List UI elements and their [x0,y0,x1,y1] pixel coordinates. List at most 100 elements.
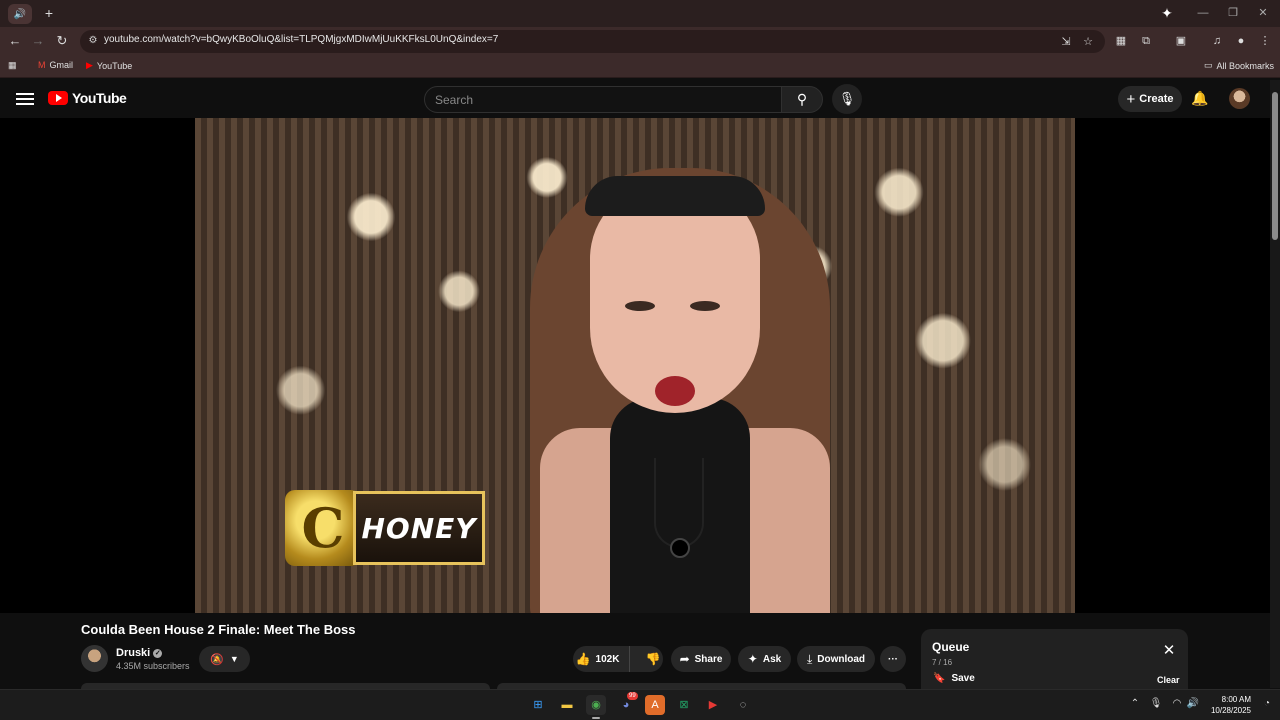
queue-clear-button[interactable]: Clear [1157,675,1180,685]
system-clock[interactable]: 8:00 AM 10/28/2025 [1205,694,1251,716]
eye-right [690,301,720,311]
queue-title: Queue [932,640,970,654]
search-box [424,86,782,113]
plus-icon: + [1126,90,1136,108]
voice-search-button[interactable]: 🎙 [832,84,862,114]
windows-start-icon[interactable]: ⊞ [528,695,548,715]
apps-grid-icon[interactable]: ▦ [8,60,17,71]
profile-icon[interactable]: ● [1232,32,1250,50]
extension-icon[interactable]: ▦ [1112,32,1130,50]
bookmarks-bar: ▦ M Gmail ▶ YouTube ▭ All Bookmarks [0,56,1280,78]
dislike-button[interactable]: 👎 [635,646,670,672]
bell-off-icon: 🔕 [210,653,224,666]
video-frame[interactable]: C HONEY [195,118,1075,613]
folder-icon: ▭ [1204,60,1213,70]
forward-button[interactable]: → [29,32,47,50]
media-controls-icon[interactable]: ♫ [1208,32,1226,50]
clock-time: 8:00 AM [1221,695,1251,704]
tab-search-icon[interactable]: ▣ [1172,32,1190,50]
shoulder-right [740,428,830,613]
notification-center-icon[interactable]: ◔ [1260,698,1274,709]
share-button[interactable]: ➦ Share [671,646,731,672]
download-button[interactable]: ⤓ Download [797,646,875,672]
shoulder-left [540,428,620,613]
chrome-menu-icon[interactable]: ⋮ [1256,32,1274,50]
youtube-logo[interactable]: YouTube [48,90,127,106]
pendant [670,538,690,558]
close-window-button[interactable]: ✕ [1248,4,1278,22]
thumbs-up-icon: 👍 [575,652,591,666]
active-tab[interactable]: 🔊 [8,4,32,24]
speaker-icon: 🔊 [13,8,27,20]
face [590,183,760,413]
subscriber-count: 4.35M subscribers [116,661,190,671]
video-player[interactable]: C HONEY [0,118,1270,613]
mouth [655,376,695,406]
notifications-bell-icon[interactable]: 🔔 [1190,88,1210,108]
search-icon: ⚲ [796,91,808,107]
back-button[interactable]: ← [6,32,24,50]
reload-button[interactable]: ↻ [53,32,71,50]
like-button[interactable]: 👍 102K [566,646,631,672]
queue-save-button[interactable]: 🔖 Save [933,673,975,684]
settings-app-icon[interactable]: ◌ [733,695,753,715]
search-input[interactable] [425,87,781,112]
channel-avatar[interactable] [81,645,108,672]
site-info-icon[interactable]: ⚙ [86,34,100,48]
queue-position: 7 / 16 [932,658,953,667]
menu-icon[interactable] [16,90,34,108]
eye-left [625,301,655,311]
minimize-button[interactable]: — [1188,4,1218,22]
windows-taskbar: ⊞ ▬ ◉ ◕ 99 A ⊠ ▶ ◌ ⌃ 🎙 ◠ 🔊 8:00 AM 10/28… [0,689,1280,720]
app-a-icon[interactable]: A [645,695,665,715]
chrome-icon[interactable]: ◉ [586,695,606,715]
lower-third-logo: C [285,490,361,566]
excel-icon[interactable]: ⊠ [674,695,694,715]
youtube-play-icon [48,91,68,105]
sparkle-icon: ✦ [747,652,758,666]
scrollbar-thumb[interactable] [1272,92,1278,240]
browser-toolbar: ← → ↻ ⚙ youtube.com/watch?v=bQwyKBoOluQ&… [0,27,1280,56]
search-button[interactable]: ⚲ [781,86,823,113]
discord-badge: 99 [627,692,638,700]
close-icon[interactable]: ✕ [1161,643,1177,659]
ask-button[interactable]: ✦ Ask [738,646,791,672]
video-subject [530,158,830,613]
bookmark-star-icon[interactable]: ☆ [1080,34,1096,50]
page-scrollbar[interactable] [1270,80,1280,688]
address-bar[interactable]: ⚙ youtube.com/watch?v=bQwyKBoOluQ&list=T… [80,30,1105,53]
account-avatar[interactable] [1229,88,1250,109]
tray-microphone-icon[interactable]: 🎙 [1149,698,1163,709]
youtube-header: YouTube ⚲ 🎙 + Create 🔔 [0,80,1270,118]
all-bookmarks[interactable]: ▭ All Bookmarks [1204,60,1274,71]
lower-third-name: HONEY [353,491,485,565]
chrome-active-indicator [592,717,600,719]
tray-overflow-icon[interactable]: ⌃ [1128,698,1142,709]
youtube-icon: ▶ [86,60,93,70]
download-icon: ⤓ [806,651,813,666]
microphone-icon: 🎙 [838,91,856,106]
new-tab-button[interactable]: + [40,4,58,22]
volume-icon[interactable]: 🔊 [1186,698,1200,709]
bookmark-gmail[interactable]: M Gmail [38,60,73,70]
more-actions-button[interactable]: ··· [880,646,906,672]
wifi-icon[interactable]: ◠ [1170,698,1184,709]
necklace [654,458,704,548]
gmail-icon: M [38,60,46,70]
restore-button[interactable]: ❐ [1218,4,1248,22]
media-player-icon[interactable]: ▶ [703,695,723,715]
file-explorer-icon[interactable]: ▬ [557,695,577,715]
chevron-down-icon: ▼ [229,654,239,664]
subscription-notifications-button[interactable]: 🔕 ▼ [199,646,250,672]
bookmark-youtube[interactable]: ▶ YouTube [86,60,132,71]
lower-third: C HONEY [285,488,485,568]
channel-name[interactable]: Druski ✓ [116,647,163,659]
gemini-icon[interactable]: ✦ [1158,4,1176,22]
verified-icon: ✓ [153,648,163,658]
more-horizontal-icon: ··· [888,653,898,665]
extensions-puzzle-icon[interactable]: ⧉ [1137,32,1155,50]
install-app-icon[interactable]: ⇲ [1058,34,1074,50]
create-button[interactable]: + Create [1118,86,1182,112]
url-text: youtube.com/watch?v=bQwyKBoOluQ&list=TLP… [104,34,499,45]
clock-date: 10/28/2025 [1210,706,1251,715]
